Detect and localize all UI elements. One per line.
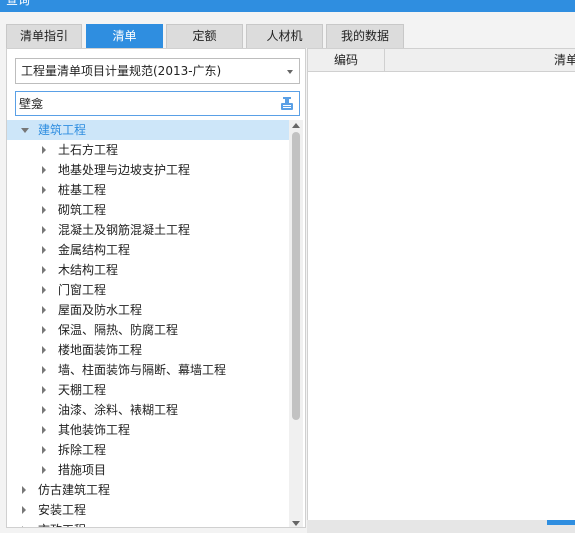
expand-arrow-right-icon[interactable] bbox=[22, 526, 26, 527]
tab-my-data[interactable]: 我的数据 bbox=[326, 24, 404, 48]
column-header-code[interactable]: 编码 bbox=[308, 49, 385, 72]
tree-node-label: 保温、隔热、防腐工程 bbox=[58, 323, 179, 337]
expand-arrow-right-icon[interactable] bbox=[42, 346, 46, 354]
expand-arrow-right-icon[interactable] bbox=[42, 426, 46, 434]
tree-node[interactable]: 砌筑工程 bbox=[7, 200, 289, 220]
title-bar: 查询 bbox=[0, 0, 575, 12]
spec-select-value: 工程量清单项目计量规范(2013-广东) bbox=[21, 64, 222, 78]
expand-arrow-right-icon[interactable] bbox=[42, 386, 46, 394]
expand-arrow-right-icon[interactable] bbox=[42, 206, 46, 214]
tree-node-label: 土石方工程 bbox=[58, 143, 119, 157]
tree-node-label: 门窗工程 bbox=[58, 283, 107, 297]
expand-arrow-right-icon[interactable] bbox=[42, 466, 46, 474]
tree-node-label: 其他装饰工程 bbox=[58, 423, 131, 437]
tree-node-label: 木结构工程 bbox=[58, 263, 119, 277]
window-title: 查询 bbox=[6, 0, 31, 7]
tab-list-guide[interactable]: 清单指引 bbox=[6, 24, 82, 48]
expand-arrow-right-icon[interactable] bbox=[42, 166, 46, 174]
scroll-up-icon[interactable] bbox=[292, 123, 300, 128]
spec-select[interactable]: 工程量清单项目计量规范(2013-广东) bbox=[15, 58, 300, 84]
expand-arrow-right-icon[interactable] bbox=[42, 286, 46, 294]
tab-quota[interactable]: 定额 bbox=[166, 24, 243, 48]
tree-scrollbar[interactable] bbox=[289, 120, 303, 527]
tree-node[interactable]: 桩基工程 bbox=[7, 180, 289, 200]
tree-node[interactable]: 屋面及防水工程 bbox=[7, 300, 289, 320]
search-input[interactable] bbox=[19, 93, 274, 114]
tree-node-label: 措施项目 bbox=[58, 463, 107, 477]
expand-arrow-right-icon[interactable] bbox=[42, 446, 46, 454]
search-icon[interactable] bbox=[280, 96, 294, 111]
table-header: 编码 清单项 bbox=[308, 49, 575, 72]
tree-node[interactable]: 门窗工程 bbox=[7, 280, 289, 300]
tree-node-label: 仿古建筑工程 bbox=[38, 483, 111, 497]
hscroll-thumb[interactable] bbox=[547, 520, 575, 525]
tree-node-label: 天棚工程 bbox=[58, 383, 107, 397]
tree-node[interactable]: 仿古建筑工程 bbox=[7, 480, 289, 500]
tree-node[interactable]: 油漆、涂料、裱糊工程 bbox=[7, 400, 289, 420]
expand-arrow-right-icon[interactable] bbox=[42, 306, 46, 314]
scroll-thumb[interactable] bbox=[292, 132, 300, 420]
tree-node-label: 砌筑工程 bbox=[58, 203, 107, 217]
tree-node-label: 拆除工程 bbox=[58, 443, 107, 457]
results-hscrollbar[interactable] bbox=[307, 520, 575, 533]
search-box bbox=[15, 91, 300, 116]
expand-arrow-right-icon[interactable] bbox=[42, 406, 46, 414]
column-header-item[interactable]: 清单项 bbox=[385, 49, 575, 72]
tree-node[interactable]: 地基处理与边坡支护工程 bbox=[7, 160, 289, 180]
tree-node-label: 楼地面装饰工程 bbox=[58, 343, 143, 357]
tree-node-label: 混凝土及钢筋混凝土工程 bbox=[58, 223, 191, 237]
results-panel: 编码 清单项 bbox=[307, 48, 575, 523]
tree-node[interactable]: 楼地面装饰工程 bbox=[7, 340, 289, 360]
tree-node-label: 安装工程 bbox=[38, 503, 87, 517]
expand-arrow-right-icon[interactable] bbox=[42, 146, 46, 154]
tree-node[interactable]: 天棚工程 bbox=[7, 380, 289, 400]
tab-bar: 清单指引 清单 定额 人材机 我的数据 bbox=[0, 12, 575, 48]
tree-node-label: 屋面及防水工程 bbox=[58, 303, 143, 317]
tree-node[interactable]: 混凝土及钢筋混凝土工程 bbox=[7, 220, 289, 240]
category-tree: 建筑工程土石方工程地基处理与边坡支护工程 桩基工程砌筑工程混凝土及钢筋混凝土工程金… bbox=[7, 120, 289, 527]
tree-node-label: 桩基工程 bbox=[58, 183, 107, 197]
expand-arrow-right-icon[interactable] bbox=[22, 486, 26, 494]
chevron-down-icon bbox=[287, 70, 293, 74]
tree-node-label: 市政工程 bbox=[38, 520, 86, 527]
tab-materials[interactable]: 人材机 bbox=[246, 24, 323, 48]
tree-node[interactable]: 市政工程 bbox=[7, 520, 289, 527]
query-window: 查询 清单指引 清单 定额 人材机 我的数据 工程量清单项目计量规范(2013-… bbox=[0, 0, 575, 533]
tab-list[interactable]: 清单 bbox=[86, 24, 163, 48]
expand-arrow-down-icon[interactable] bbox=[21, 128, 29, 133]
tree-node[interactable]: 墙、柱面装饰与隔断、幕墙工程 bbox=[7, 360, 289, 380]
tree-node[interactable]: 建筑工程 bbox=[7, 120, 289, 140]
tree-node[interactable]: 金属结构工程 bbox=[7, 240, 289, 260]
scroll-down-icon[interactable] bbox=[292, 521, 300, 526]
tree-node-label: 金属结构工程 bbox=[58, 243, 131, 257]
expand-arrow-right-icon[interactable] bbox=[42, 326, 46, 334]
tree-node[interactable]: 木结构工程 bbox=[7, 260, 289, 280]
left-panel: 工程量清单项目计量规范(2013-广东) 建筑工程土石方工程地基处理与边坡支护工… bbox=[6, 48, 306, 528]
expand-arrow-right-icon[interactable] bbox=[42, 226, 46, 234]
expand-arrow-right-icon[interactable] bbox=[42, 186, 46, 194]
tree-node[interactable]: 拆除工程 bbox=[7, 440, 289, 460]
expand-arrow-right-icon[interactable] bbox=[22, 506, 26, 514]
expand-arrow-right-icon[interactable] bbox=[42, 246, 46, 254]
tree-node[interactable]: 土石方工程 bbox=[7, 140, 289, 160]
tree-node[interactable]: 其他装饰工程 bbox=[7, 420, 289, 440]
tree-node[interactable]: 保温、隔热、防腐工程 bbox=[7, 320, 289, 340]
tree-node[interactable]: 措施项目 bbox=[7, 460, 289, 480]
expand-arrow-right-icon[interactable] bbox=[42, 266, 46, 274]
tree-node-label: 油漆、涂料、裱糊工程 bbox=[58, 403, 179, 417]
expand-arrow-right-icon[interactable] bbox=[42, 366, 46, 374]
column-header-item-label: 清单项 bbox=[553, 53, 575, 67]
tree-node-label: 墙、柱面装饰与隔断、幕墙工程 bbox=[58, 363, 227, 377]
tree-node[interactable]: 安装工程 bbox=[7, 500, 289, 520]
tree-node-label: 地基处理与边坡支护工程 bbox=[58, 163, 191, 177]
tree-node-label: 建筑工程 bbox=[38, 123, 87, 137]
